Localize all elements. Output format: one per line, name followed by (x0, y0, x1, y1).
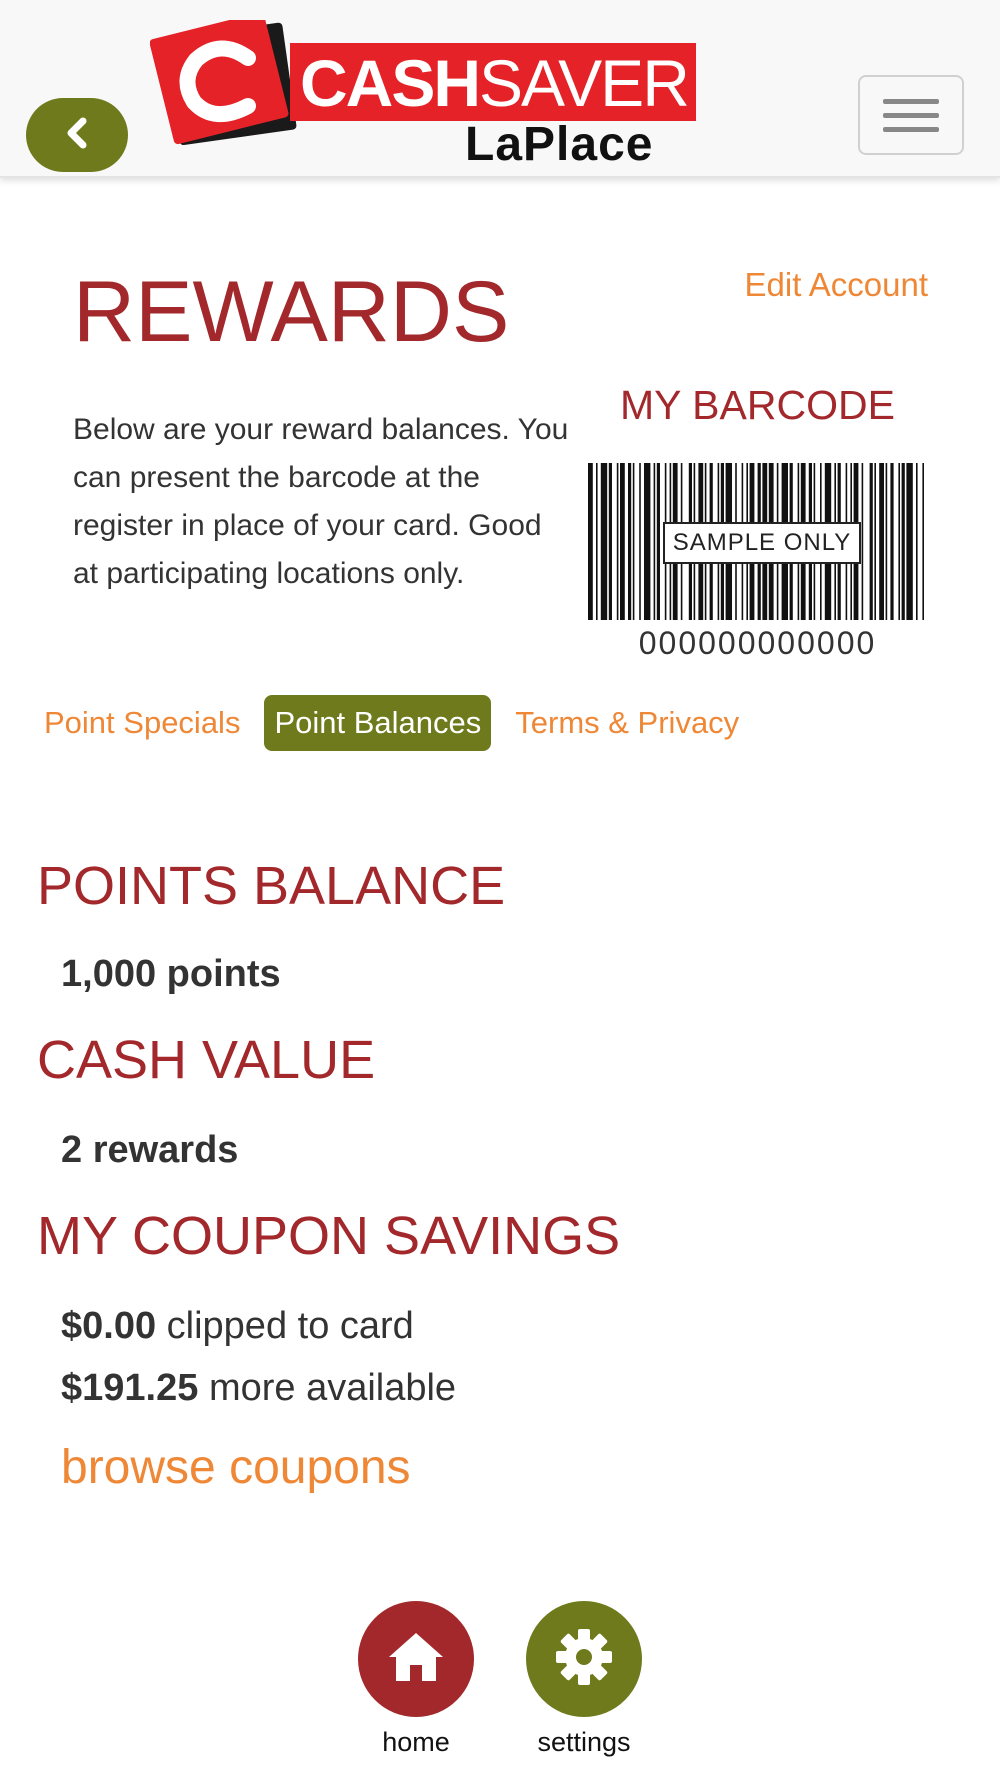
clipped-text: clipped to card (166, 1305, 414, 1347)
app-header: CASHSAVER LaPlace (0, 0, 1000, 178)
barcode-number: 000000000000 (638, 625, 877, 661)
settings-button[interactable] (526, 1601, 642, 1717)
store-logo: CASHSAVER LaPlace (150, 20, 730, 170)
available-savings: $191.25 more available (61, 1364, 456, 1412)
cash-value-amount: 2 rewards (61, 1129, 239, 1171)
available-amount: $191.25 (61, 1367, 199, 1409)
settings-label: settings (537, 1727, 631, 1757)
barcode-sample-label: SAMPLE ONLY (663, 522, 861, 564)
tab-terms-privacy[interactable]: Terms & Privacy (505, 695, 749, 751)
hamburger-icon-bar (883, 126, 939, 132)
house-icon (387, 1631, 445, 1688)
cash-value-heading: CASH VALUE (37, 1030, 376, 1090)
hamburger-icon-bar (883, 112, 939, 118)
tab-point-balances[interactable]: Point Balances (264, 695, 492, 751)
gear-icon (554, 1627, 614, 1692)
rewards-intro-text: Below are your reward balances. You can … (73, 413, 569, 590)
logo-wordmark: CASHSAVER (290, 43, 696, 121)
menu-button[interactable] (858, 75, 964, 155)
edit-account-link[interactable]: Edit Account (745, 266, 928, 304)
home-label: home (382, 1727, 450, 1757)
points-balance-amount: 1,000 points (61, 953, 281, 995)
back-button[interactable] (26, 98, 128, 172)
chevron-left-icon (64, 116, 90, 155)
hamburger-icon (883, 98, 939, 104)
page-title: REWARDS (73, 264, 510, 360)
cash-value: 2 rewards (61, 1126, 238, 1174)
available-text: more available (208, 1367, 457, 1409)
logo-location: LaPlace (465, 118, 654, 171)
barcode-title: MY BARCODE (620, 382, 895, 428)
browse-coupons-link[interactable]: browse coupons (61, 1440, 411, 1495)
clipped-amount: $0.00 (61, 1305, 157, 1347)
coupon-savings-heading: MY COUPON SAVINGS (37, 1206, 621, 1266)
cashsaver-emblem (150, 20, 297, 146)
points-balance-value: 1,000 points (61, 950, 281, 998)
rewards-tabs: Point Specials Point Balances Terms & Pr… (34, 695, 749, 751)
home-button[interactable] (358, 1601, 474, 1717)
clipped-savings: $0.00 clipped to card (61, 1302, 414, 1350)
tab-point-specials[interactable]: Point Specials (34, 695, 250, 751)
points-balance-heading: POINTS BALANCE (37, 856, 506, 916)
